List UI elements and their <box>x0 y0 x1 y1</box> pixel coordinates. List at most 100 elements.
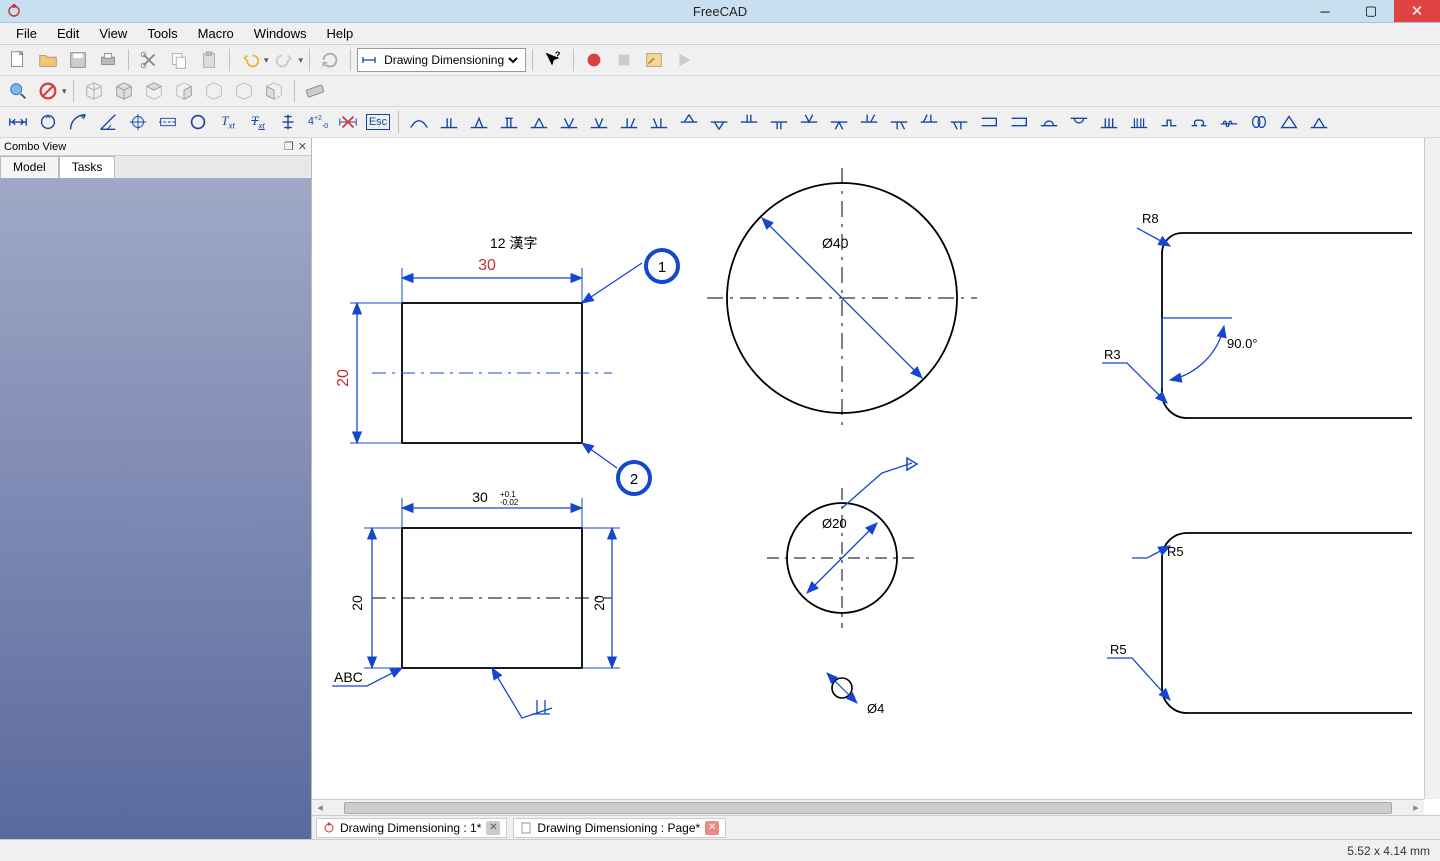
dim-center-button[interactable] <box>124 109 152 135</box>
combo-tab-tasks[interactable]: Tasks <box>59 156 116 178</box>
weld-sym-24[interactable] <box>1095 109 1123 135</box>
weld-sym-31[interactable] <box>1305 109 1333 135</box>
dim-text-button[interactable]: Txt <box>214 109 242 135</box>
drawing-canvas[interactable]: 30 20 12 漢字 1 2 30 <box>312 138 1440 815</box>
weld-sym-7[interactable] <box>585 109 613 135</box>
dim-tolerance-button[interactable] <box>274 109 302 135</box>
weld-sym-30[interactable] <box>1275 109 1303 135</box>
redo-button[interactable] <box>271 47 299 73</box>
refresh-button[interactable] <box>316 47 344 73</box>
weld-sym-16[interactable] <box>855 109 883 135</box>
esc-icon: Esc <box>366 114 390 130</box>
weld-sym-23[interactable] <box>1065 109 1093 135</box>
style-dropdown[interactable]: ▾ <box>62 86 67 97</box>
weld-sym-2[interactable] <box>435 109 463 135</box>
weld-sym-10[interactable] <box>675 109 703 135</box>
view-left-button[interactable] <box>260 78 288 104</box>
print-button[interactable] <box>94 47 122 73</box>
cut-button[interactable] <box>135 47 163 73</box>
window-close-button[interactable]: ✕ <box>1394 0 1440 22</box>
dim-delete-button[interactable] <box>334 109 362 135</box>
weld-sym-8[interactable] <box>615 109 643 135</box>
weld-sym-12[interactable] <box>735 109 763 135</box>
horizontal-scrollbar[interactable]: ◂ ▸ <box>312 799 1424 815</box>
weld-sym-29[interactable] <box>1245 109 1273 135</box>
workbench-selector[interactable]: Drawing Dimensioning <box>357 48 526 72</box>
dim-text-edit-button[interactable]: Txt <box>244 109 272 135</box>
undo-dropdown[interactable]: ▾ <box>264 55 269 66</box>
dim-circle-button[interactable] <box>184 109 212 135</box>
doc-tab-1-close[interactable]: ✕ <box>486 821 500 835</box>
weld-sym-15[interactable] <box>825 109 853 135</box>
combo-close-button[interactable]: ✕ <box>298 140 307 153</box>
redo-dropdown[interactable]: ▾ <box>299 55 304 66</box>
weld-sym-17[interactable] <box>885 109 913 135</box>
new-file-button[interactable] <box>4 47 32 73</box>
weld-sym-6[interactable] <box>555 109 583 135</box>
weld-sym-9[interactable] <box>645 109 673 135</box>
macro-record-button[interactable] <box>580 47 608 73</box>
save-button[interactable] <box>64 47 92 73</box>
macro-list-button[interactable] <box>640 47 668 73</box>
dia40-label: Ø40 <box>822 235 849 251</box>
dim-tolerance2-button[interactable]: 4+2-0 <box>304 109 332 135</box>
open-file-button[interactable] <box>34 47 62 73</box>
macro-stop-button[interactable] <box>610 47 638 73</box>
menu-macro[interactable]: Macro <box>188 23 244 44</box>
macro-play-button[interactable] <box>670 47 698 73</box>
whats-this-button[interactable]: ? <box>539 47 567 73</box>
menu-file[interactable]: File <box>6 23 47 44</box>
weld-sym-14[interactable] <box>795 109 823 135</box>
weld-sym-1[interactable] <box>405 109 433 135</box>
weld-sym-18[interactable] <box>915 109 943 135</box>
view-bottom-button[interactable] <box>230 78 258 104</box>
doc-tab-1[interactable]: Drawing Dimensioning : 1* ✕ <box>316 818 507 838</box>
dim-centerline-button[interactable] <box>154 109 182 135</box>
menu-edit[interactable]: Edit <box>47 23 89 44</box>
paste-button[interactable] <box>195 47 223 73</box>
scroll-thumb[interactable] <box>344 802 1392 814</box>
weld-sym-5[interactable] <box>525 109 553 135</box>
view-right-button[interactable] <box>170 78 198 104</box>
style-prohibit-button[interactable] <box>34 78 62 104</box>
dim-angle-button[interactable] <box>94 109 122 135</box>
doc-tab-2-close[interactable]: ✕ <box>705 821 719 835</box>
view-iso-button[interactable] <box>80 78 108 104</box>
dim-radius-button[interactable] <box>64 109 92 135</box>
scroll-left-arrow[interactable]: ◂ <box>312 801 328 814</box>
window-minimize-button[interactable]: ─ <box>1302 0 1348 22</box>
undo-button[interactable] <box>236 47 264 73</box>
weld-sym-27[interactable] <box>1185 109 1213 135</box>
copy-button[interactable] <box>165 47 193 73</box>
weld-sym-11[interactable] <box>705 109 733 135</box>
weld-sym-22[interactable] <box>1035 109 1063 135</box>
dim-linear-button[interactable] <box>4 109 32 135</box>
scroll-right-arrow[interactable]: ▸ <box>1408 801 1424 814</box>
menu-help[interactable]: Help <box>317 23 364 44</box>
vertical-scrollbar[interactable] <box>1424 138 1440 799</box>
weld-sym-26[interactable] <box>1155 109 1183 135</box>
weld-sym-13[interactable] <box>765 109 793 135</box>
weld-sym-25[interactable] <box>1125 109 1153 135</box>
weld-sym-20[interactable] <box>975 109 1003 135</box>
dim-circular-button[interactable] <box>34 109 62 135</box>
window-maximize-button[interactable]: ▢ <box>1348 0 1394 22</box>
combo-undock-button[interactable]: ❐ <box>284 140 294 153</box>
weld-sym-19[interactable] <box>945 109 973 135</box>
weld-sym-28[interactable] <box>1215 109 1243 135</box>
workbench-select[interactable]: Drawing Dimensioning <box>380 52 521 68</box>
dim-escape-button[interactable]: Esc <box>364 109 392 135</box>
view-top-button[interactable] <box>140 78 168 104</box>
doc-tab-2[interactable]: Drawing Dimensioning : Page* ✕ <box>513 818 726 838</box>
weld-sym-4[interactable] <box>495 109 523 135</box>
combo-tab-model[interactable]: Model <box>0 156 59 178</box>
menu-windows[interactable]: Windows <box>244 23 317 44</box>
menu-view[interactable]: View <box>89 23 137 44</box>
measure-button[interactable] <box>301 78 329 104</box>
menu-tools[interactable]: Tools <box>137 23 187 44</box>
weld-sym-3[interactable] <box>465 109 493 135</box>
view-front-button[interactable] <box>110 78 138 104</box>
zoom-fit-button[interactable] <box>4 78 32 104</box>
view-rear-button[interactable] <box>200 78 228 104</box>
weld-sym-21[interactable] <box>1005 109 1033 135</box>
